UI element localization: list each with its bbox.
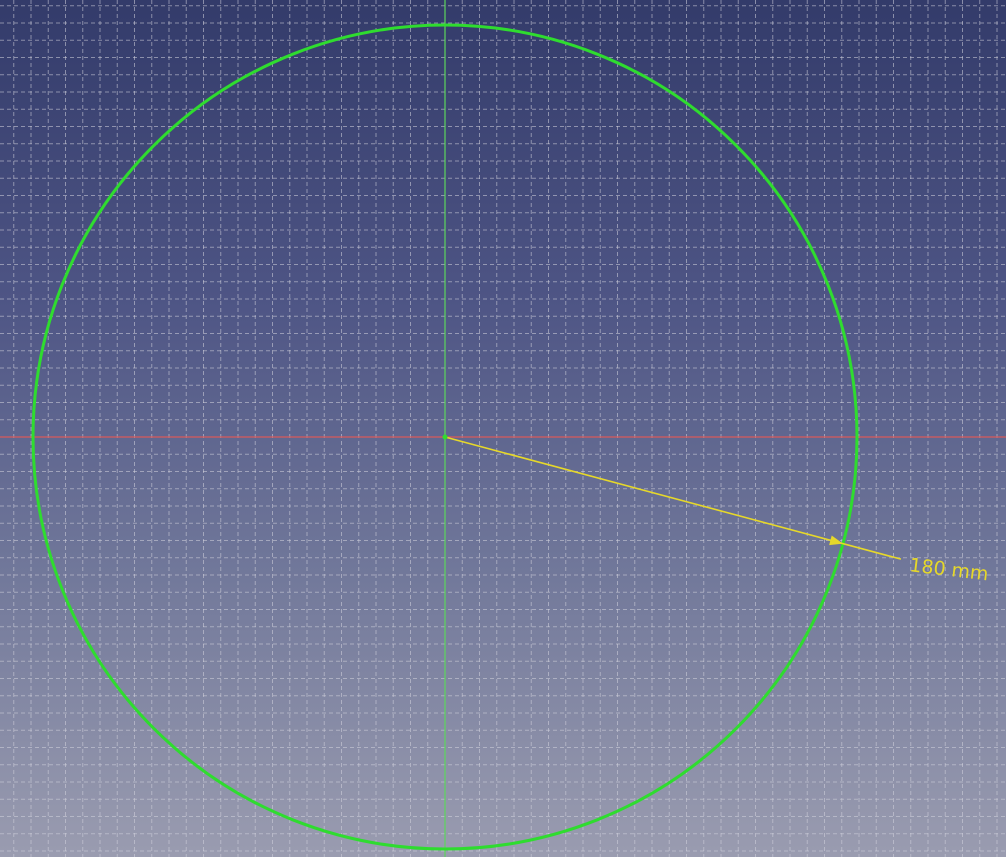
sketch-grid [0, 0, 1006, 857]
sketch-viewport[interactable]: 180 mm [0, 0, 1006, 857]
sketch-canvas[interactable]: 180 mm [0, 0, 1006, 857]
dimension-label[interactable]: 180 mm [908, 554, 989, 585]
circle-center-point[interactable] [442, 434, 448, 440]
radius-dimension[interactable]: 180 mm [444, 436, 990, 585]
